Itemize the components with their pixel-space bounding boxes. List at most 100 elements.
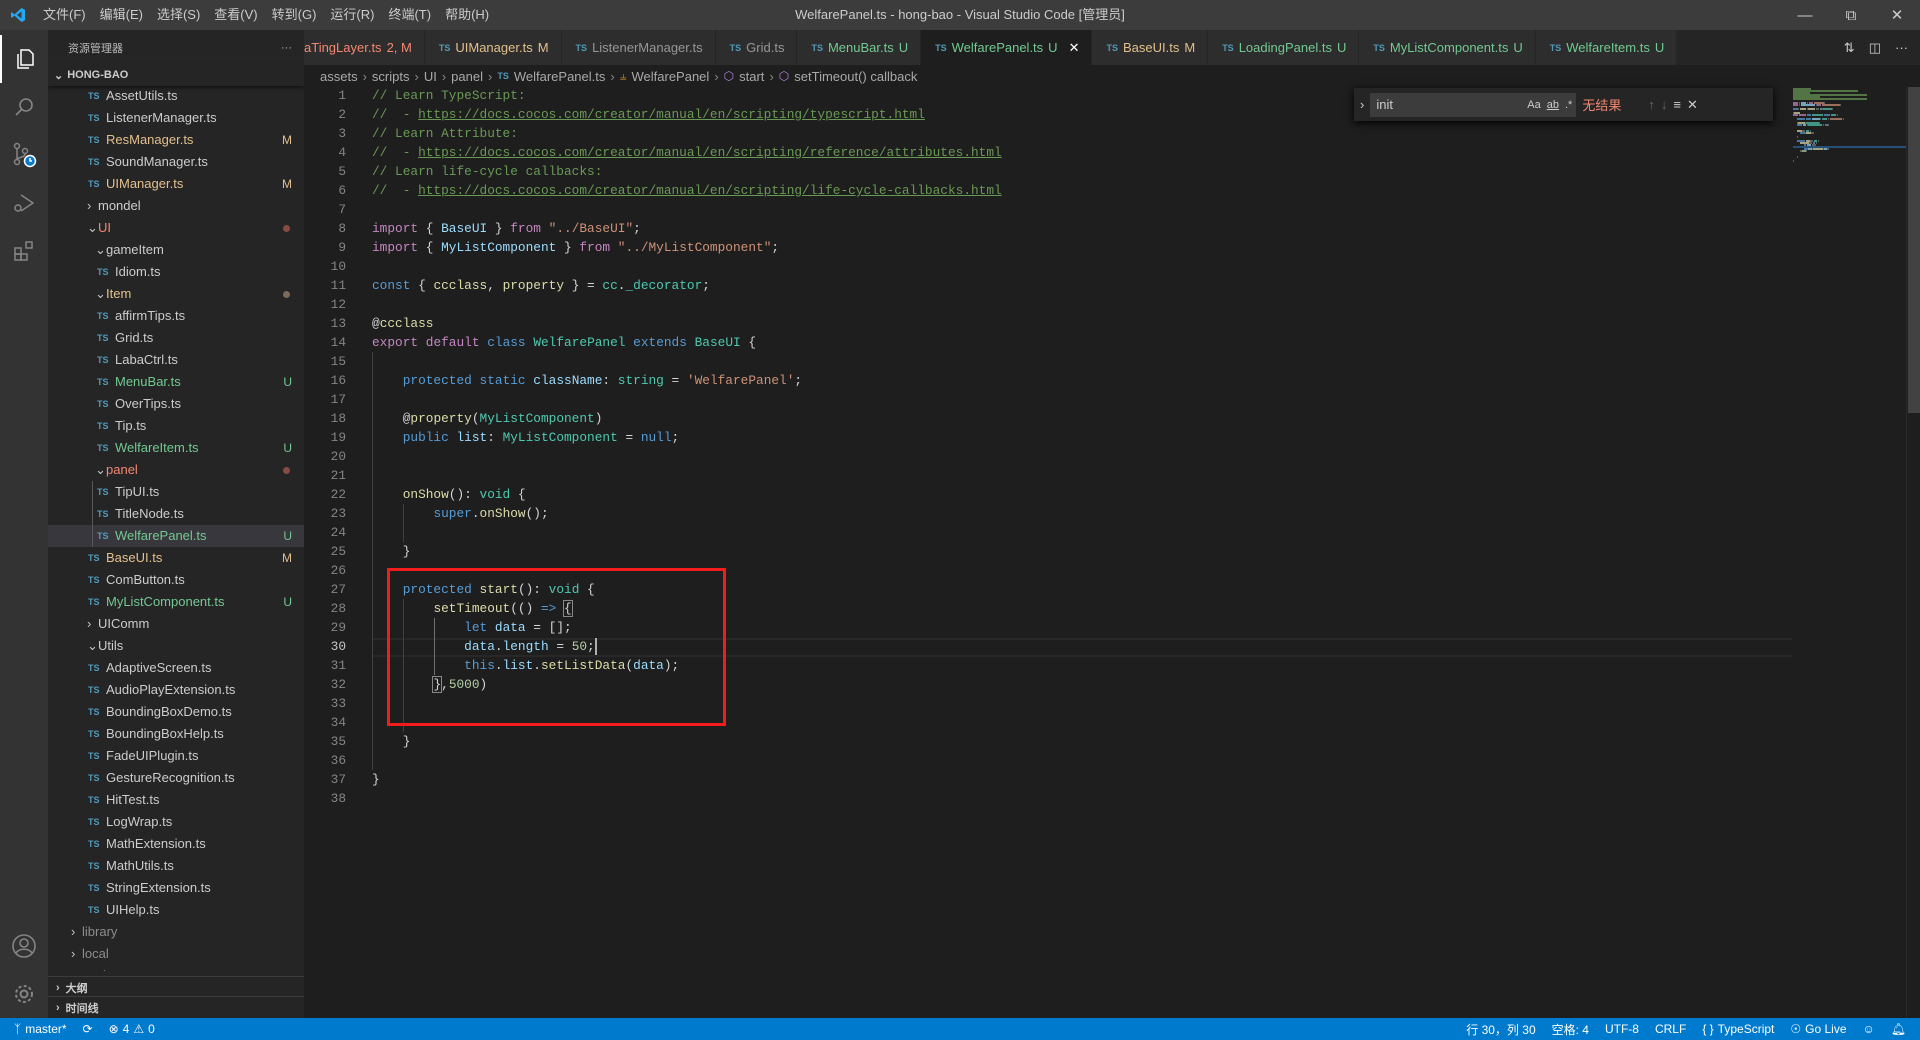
breadcrumb-item[interactable]: panel: [451, 69, 483, 84]
settings-gear-icon[interactable]: [0, 970, 48, 1018]
tree-file[interactable]: TS LabaCtrl.ts: [48, 349, 304, 371]
tree-file[interactable]: TS ComButton.ts: [48, 569, 304, 591]
regex-toggle[interactable]: .*: [1565, 99, 1572, 111]
line-ending[interactable]: CRLF: [1647, 1021, 1694, 1038]
menu-item[interactable]: 终端(T): [381, 0, 438, 30]
tree-file[interactable]: TS AssetUtils.ts: [48, 85, 304, 107]
tree-file[interactable]: TS OverTips.ts: [48, 393, 304, 415]
tree-file[interactable]: TS LogWrap.ts: [48, 811, 304, 833]
cursor-position[interactable]: 行 30，列 30: [1458, 1021, 1543, 1038]
code-line[interactable]: super.onShow();: [372, 504, 548, 523]
previous-match-icon[interactable]: ↑: [1648, 97, 1655, 112]
tree-file[interactable]: TS MyListComponent.ts U: [48, 591, 304, 613]
tab-listenermanager-ts[interactable]: TS ListenerManager.ts: [561, 30, 716, 65]
sync-button[interactable]: ⟳: [75, 1022, 101, 1036]
close-tab-icon[interactable]: ✕: [1069, 40, 1080, 56]
tree-file[interactable]: TS SoundManager.ts: [48, 151, 304, 173]
menu-item[interactable]: 转到(G): [265, 0, 324, 30]
encoding[interactable]: UTF-8: [1597, 1021, 1647, 1038]
find-in-selection-icon[interactable]: ≡: [1673, 97, 1681, 112]
search-icon[interactable]: [0, 83, 48, 131]
tab-baseui-ts[interactable]: TS BaseUI.ts M: [1092, 30, 1209, 65]
breadcrumb-item[interactable]: scripts: [372, 69, 410, 84]
close-find-icon[interactable]: ✕: [1687, 97, 1698, 113]
branch-indicator[interactable]: ᛉ master*: [0, 1022, 75, 1036]
tab-grid-ts[interactable]: TS Grid.ts: [715, 30, 798, 65]
next-match-icon[interactable]: ↓: [1661, 97, 1668, 112]
tree-folder[interactable]: ⌄ Item: [48, 283, 304, 305]
split-editor-icon[interactable]: ◫: [1869, 40, 1881, 56]
open-changes-icon[interactable]: ⇅: [1844, 40, 1855, 56]
extensions-icon[interactable]: [0, 227, 48, 275]
minimize-button[interactable]: —: [1782, 0, 1828, 30]
code-line[interactable]: // Learn TypeScript:: [372, 87, 526, 105]
tab-loadingpanel-ts[interactable]: TS LoadingPanel.ts U: [1208, 30, 1360, 65]
outline-section[interactable]: › 大纲: [48, 976, 304, 998]
tree-file[interactable]: TS MathExtension.ts: [48, 833, 304, 855]
breadcrumb-item[interactable]: UI: [424, 69, 437, 84]
tab-welfarepanel-ts[interactable]: TS WelfarePanel.ts U ✕: [921, 30, 1093, 65]
tree-file[interactable]: TS WelfareItem.ts U: [48, 437, 304, 459]
tree-file[interactable]: TS StringExtension.ts: [48, 877, 304, 899]
tree-folder[interactable]: › UIComm: [48, 613, 304, 635]
menu-item[interactable]: 选择(S): [150, 0, 207, 30]
notifications-bell-icon[interactable]: 🔔︎: [1883, 1021, 1920, 1038]
tree-file[interactable]: TS WelfarePanel.ts U: [48, 525, 304, 547]
tree-file[interactable]: TS MenuBar.ts U: [48, 371, 304, 393]
close-window-button[interactable]: ✕: [1874, 0, 1920, 30]
tab-mylistcomponent-ts[interactable]: TS MyListComponent.ts U: [1359, 30, 1536, 65]
more-actions-button[interactable]: ···: [281, 42, 292, 54]
menu-item[interactable]: 查看(V): [207, 0, 264, 30]
tree-file[interactable]: TS AudioPlayExtension.ts: [48, 679, 304, 701]
run-debug-icon[interactable]: [0, 179, 48, 227]
code-link[interactable]: https://docs.cocos.com/creator/manual/en…: [418, 183, 1002, 198]
tree-folder[interactable]: ⌄ panel: [48, 459, 304, 481]
tab-uimanager-ts[interactable]: TS UIManager.ts M: [424, 30, 562, 65]
tree-file[interactable]: TS FadeUIPlugin.ts: [48, 745, 304, 767]
breadcrumb-item[interactable]: setTimeout() callback: [794, 69, 917, 84]
code-line[interactable]: import { MyListComponent } from "../MyLi…: [372, 238, 779, 257]
tree-file[interactable]: TS affirmTips.ts: [48, 305, 304, 327]
tree-file[interactable]: TS TitleNode.ts: [48, 503, 304, 525]
code-link[interactable]: https://docs.cocos.com/creator/manual/en…: [418, 107, 925, 122]
tree-file[interactable]: TS BoundingBoxDemo.ts: [48, 701, 304, 723]
find-input[interactable]: init Aa ab .*: [1370, 92, 1577, 117]
tree-folder[interactable]: › mondel: [48, 195, 304, 217]
tree-file[interactable]: TS Grid.ts: [48, 327, 304, 349]
tree-folder[interactable]: ⌄ UI: [48, 217, 304, 239]
workspace-root[interactable]: ⌄ HONG-BAO: [48, 64, 304, 86]
tree-file[interactable]: TS ListenerManager.ts: [48, 107, 304, 129]
code-line[interactable]: // - https://docs.cocos.com/creator/manu…: [372, 143, 1002, 162]
go-live-button[interactable]: ☉ Go Live: [1782, 1021, 1854, 1038]
code-line[interactable]: // Learn life-cycle callbacks:: [372, 162, 602, 181]
source-control-icon[interactable]: [0, 131, 48, 179]
breadcrumb-item[interactable]: start: [739, 69, 764, 84]
tree-file[interactable]: TS BoundingBoxHelp.ts: [48, 723, 304, 745]
vertical-scrollbar[interactable]: [1906, 87, 1920, 1018]
tree-folder[interactable]: ›packages: [48, 965, 304, 971]
tree-file[interactable]: TS UIManager.ts M: [48, 173, 304, 195]
code-line[interactable]: // Learn Attribute:: [372, 124, 518, 143]
menu-item[interactable]: 文件(F): [36, 0, 93, 30]
tab-atinglayer-ts[interactable]: aTingLayer.ts 2, M: [304, 30, 425, 65]
code-line[interactable]: export default class WelfarePanel extend…: [372, 333, 756, 352]
tree-file[interactable]: TS TipUI.ts: [48, 481, 304, 503]
code-line[interactable]: @property(MyListComponent): [372, 409, 603, 428]
code-editor[interactable]: 1 // Learn TypeScript: 2 // - https://docs.…: [304, 87, 1906, 1018]
tree-folder[interactable]: ⌄ Utils: [48, 635, 304, 657]
code-line[interactable]: public list: MyListComponent = null;: [372, 428, 680, 447]
scrollbar-thumb[interactable]: [1908, 87, 1920, 413]
tab-menubar-ts[interactable]: TS MenuBar.ts U: [797, 30, 922, 65]
indentation[interactable]: 空格: 4: [1544, 1021, 1597, 1038]
tree-folder[interactable]: ⌄ gameItem: [48, 239, 304, 261]
tree-file[interactable]: TS ResManager.ts M: [48, 129, 304, 151]
tree-file[interactable]: TS GestureRecognition.ts: [48, 767, 304, 789]
feedback-icon[interactable]: ☺: [1855, 1021, 1883, 1038]
tree-file[interactable]: TS Idiom.ts: [48, 261, 304, 283]
tree-file[interactable]: TS UIHelp.ts: [48, 899, 304, 921]
code-line[interactable]: protected static className: string = 'We…: [372, 371, 802, 390]
tree-file[interactable]: TS MathUtils.ts: [48, 855, 304, 877]
problems-indicator[interactable]: ⊗ 4 ⚠ 0: [101, 1022, 163, 1036]
tree-file[interactable]: TS HitTest.ts: [48, 789, 304, 811]
code-line[interactable]: const { ccclass, property } = cc._decora…: [372, 276, 710, 295]
